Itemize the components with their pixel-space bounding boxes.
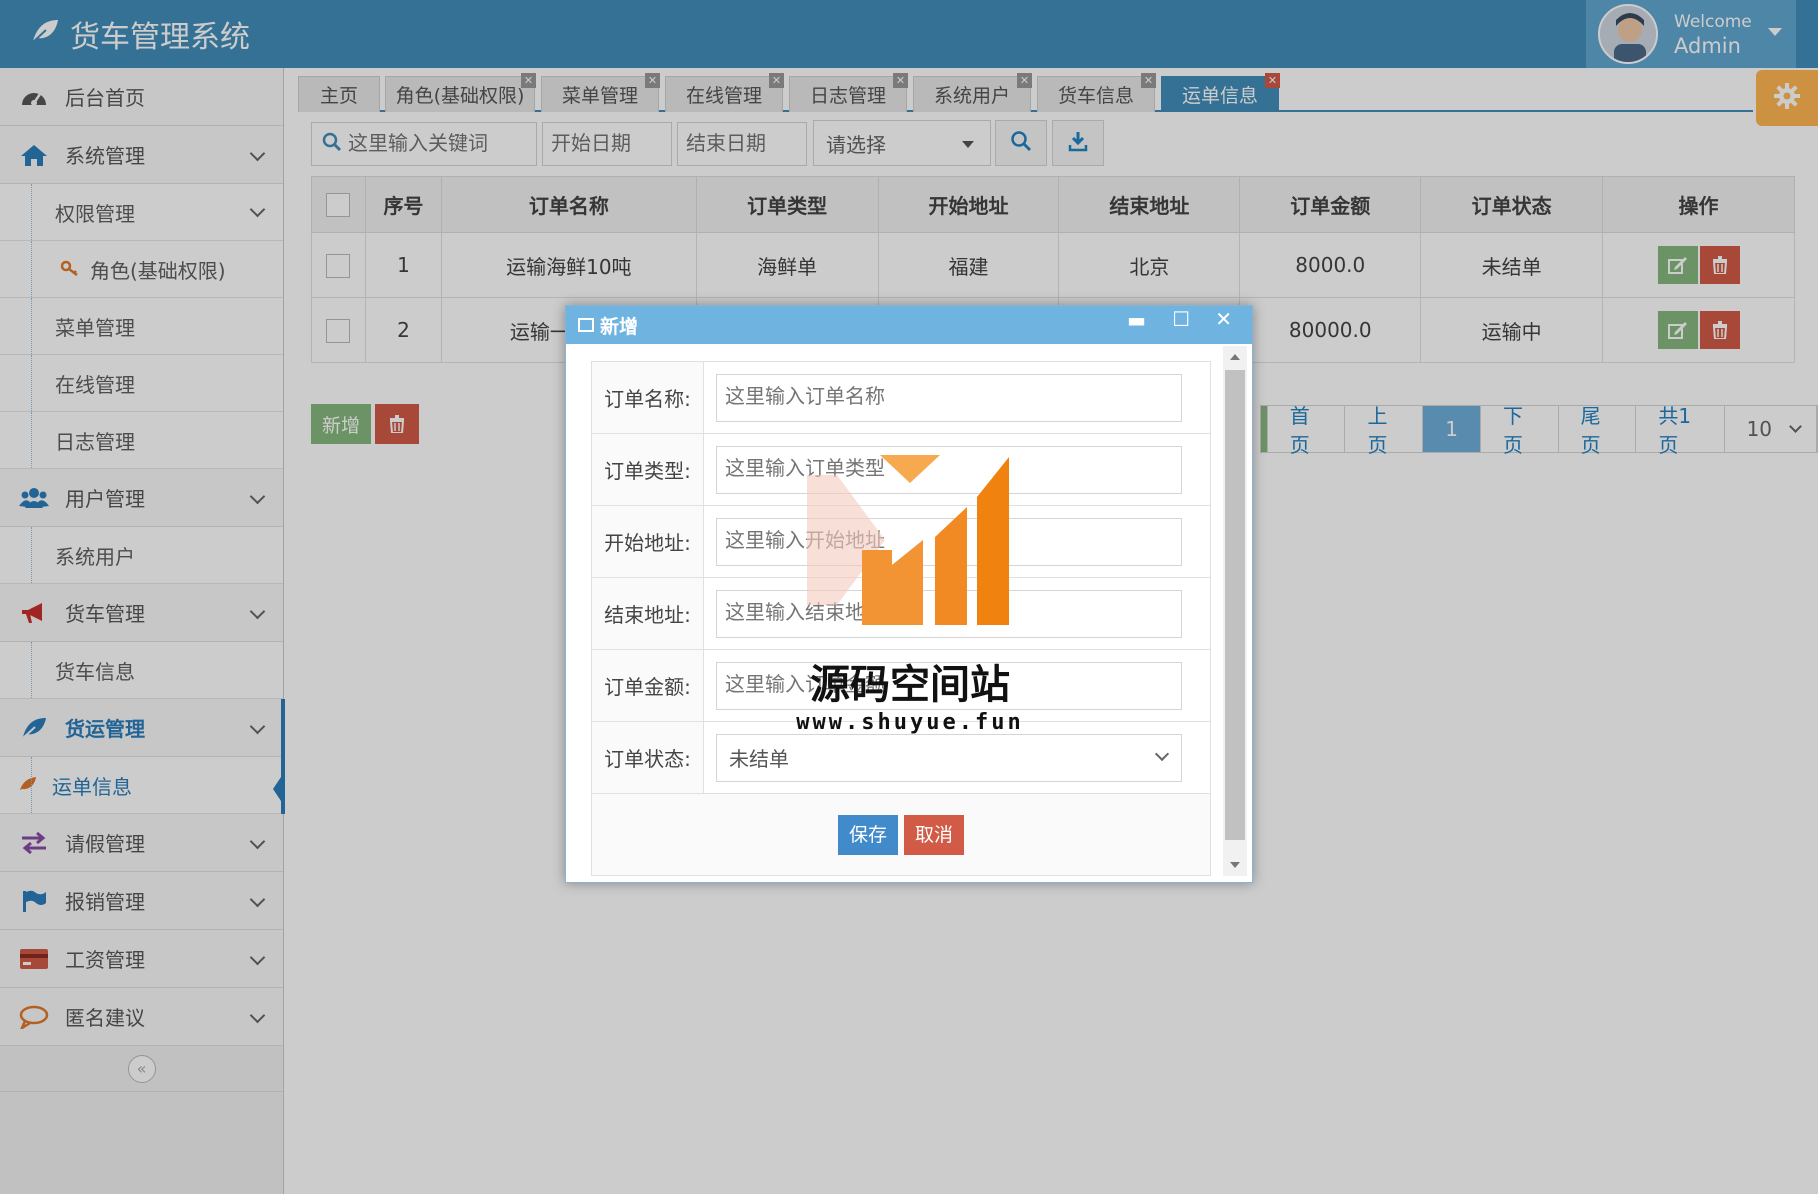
minimize-icon[interactable]: ▬ [1127, 308, 1146, 332]
field-label: 订单名称: [591, 361, 704, 434]
dialog-title: 新增 [600, 315, 639, 338]
order-status-select[interactable]: 未结单 [716, 733, 1182, 782]
field-label: 订单金额: [591, 649, 704, 722]
select-value: 未结单 [729, 747, 789, 771]
scroll-down-icon[interactable] [1230, 862, 1240, 868]
close-icon[interactable]: ✕ [1215, 307, 1232, 331]
field-label: 订单状态: [591, 721, 704, 794]
form-row: 订单名称: [591, 361, 1211, 434]
maximize-icon[interactable]: ☐ [1172, 307, 1190, 331]
chevron-down-icon [1154, 746, 1170, 761]
cancel-button[interactable]: 取消 [904, 814, 964, 855]
save-button[interactable]: 保存 [838, 814, 898, 855]
field-label: 开始地址: [591, 505, 704, 578]
field-label: 订单类型: [591, 433, 704, 506]
watermark-url: www.shuyue.fun [796, 710, 1024, 735]
window-icon [578, 318, 594, 332]
scroll-thumb[interactable] [1225, 370, 1245, 840]
order-name-input[interactable] [716, 373, 1182, 422]
dialog-scrollbar[interactable] [1223, 346, 1247, 876]
scroll-up-icon[interactable] [1230, 354, 1240, 360]
form-buttons-row: 保存 取消 [591, 793, 1211, 876]
dialog-titlebar[interactable]: 新增 ▬ ☐ ✕ [566, 306, 1252, 344]
field-label: 结束地址: [591, 577, 704, 650]
watermark-text: 源码空间站 [810, 662, 1010, 708]
form-buttons: 保存 取消 [591, 793, 1211, 876]
